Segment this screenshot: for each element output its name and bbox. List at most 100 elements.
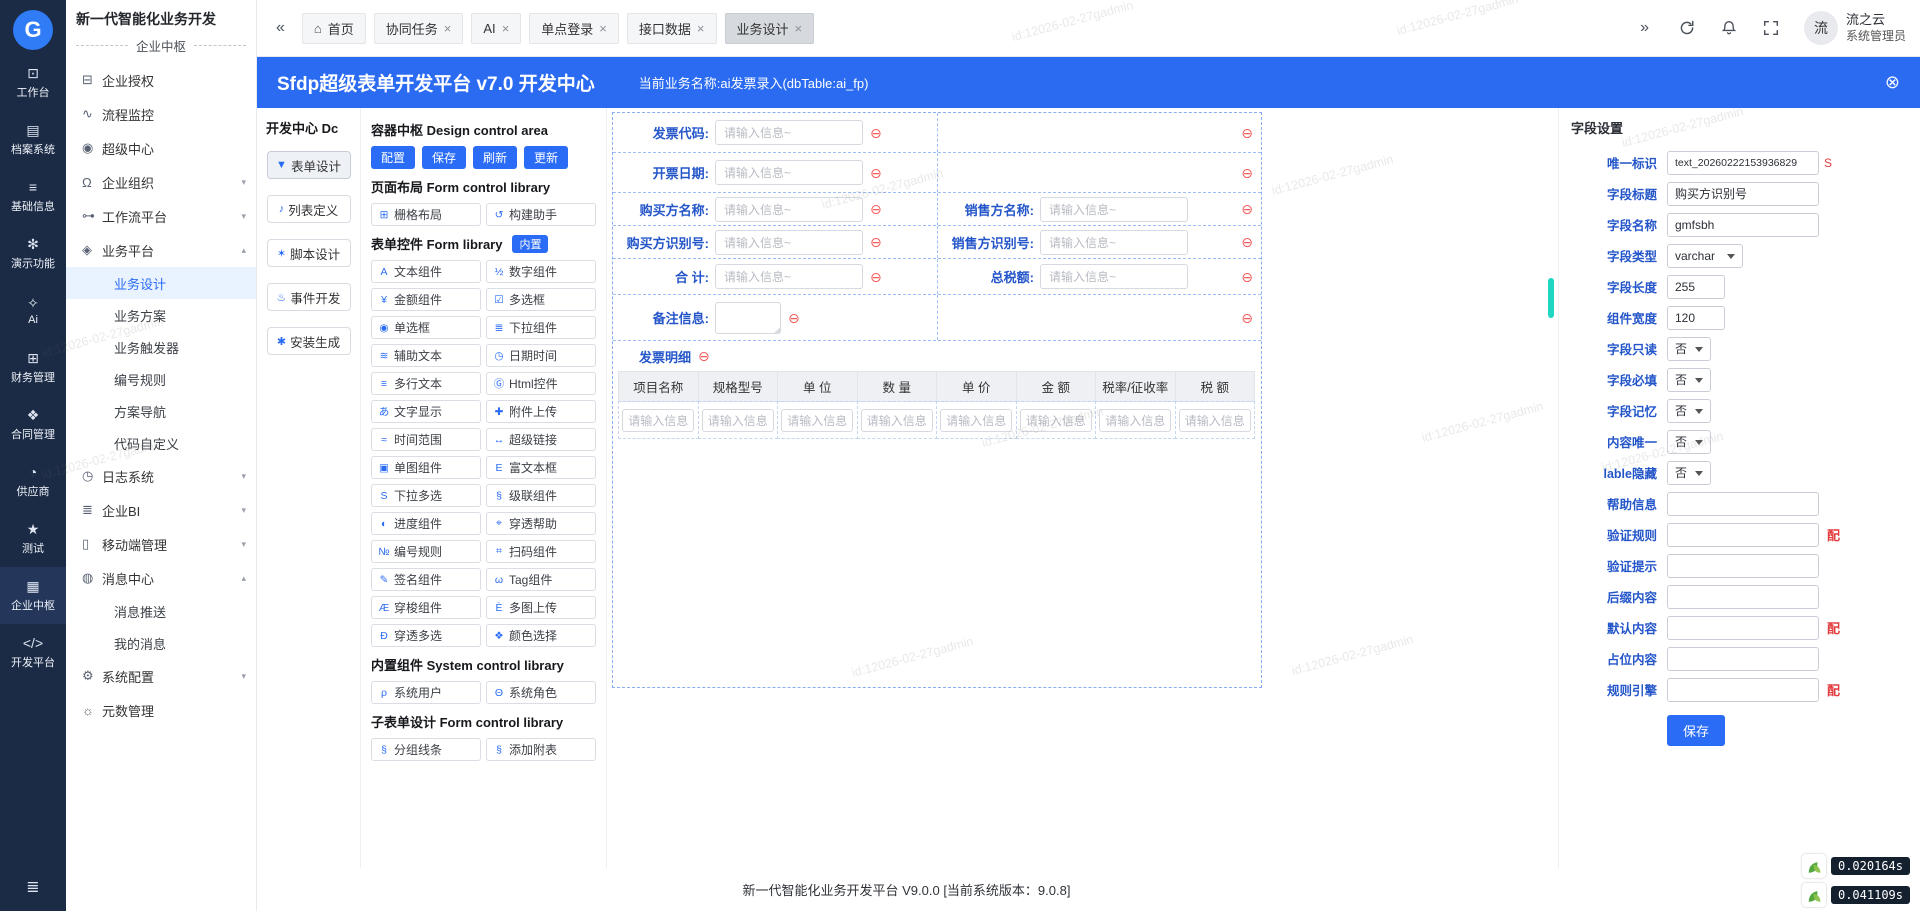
sidebar-menu-item[interactable]: ⊟ 企业授权 [66, 63, 256, 97]
rail-item[interactable]: ✻ 演示功能 [0, 225, 66, 282]
sidebar-menu-item[interactable]: ◷ 日志系统 ▾ [66, 459, 256, 493]
menu-icon[interactable]: ≣ [26, 877, 39, 897]
tab[interactable]: ⌂ 首页 [301, 12, 366, 44]
designer-action-button[interactable]: 配置 [371, 146, 416, 169]
remove-field-icon[interactable]: ⊖ [870, 235, 882, 249]
subform-component[interactable]: § 分组线条 [371, 738, 481, 761]
designer-action-button[interactable]: 更新 [524, 146, 569, 169]
form-component[interactable]: E 富文本框 [486, 456, 596, 479]
form-component[interactable]: ¥ 金额组件 [371, 288, 481, 311]
form-component[interactable]: ⌗ 扫码组件 [486, 540, 596, 563]
sidebar-menu-item[interactable]: ◈ 业务平台 ▴ [66, 233, 256, 267]
tab[interactable]: 单点登录 × [529, 12, 619, 44]
form-field-cell[interactable]: 购买方名称: 请输入信息~ ⊖ [613, 193, 937, 225]
table-cell-input[interactable]: 请输入信息~ [1178, 408, 1251, 432]
form-input[interactable]: 请输入信息~ [715, 196, 863, 222]
setting-input[interactable]: 否 [1667, 398, 1711, 423]
table-cell[interactable]: 请输入信息~ [936, 401, 1017, 439]
setting-input[interactable]: 120 [1667, 305, 1725, 330]
setting-input[interactable]: 255 [1667, 274, 1725, 299]
remove-field-icon[interactable]: ⊖ [870, 126, 882, 140]
setting-input[interactable]: 购买方识别号 [1667, 181, 1819, 206]
form-input[interactable]: 请输入信息~ [715, 229, 863, 255]
remove-field-icon[interactable]: ⊖ [1241, 270, 1253, 284]
form-component[interactable]: È 多图上传 [486, 596, 596, 619]
canvas-scrollbar[interactable] [1548, 278, 1554, 318]
form-field-cell[interactable]: 备注信息: ⊖ [613, 295, 937, 340]
table-cell-input[interactable]: 请输入信息~ [1099, 408, 1172, 432]
remark-textarea[interactable] [715, 301, 781, 334]
rail-item[interactable]: ⊞ 财务管理 [0, 339, 66, 396]
form-component[interactable]: ↔ 超级链接 [486, 428, 596, 451]
remove-cell-icon[interactable]: ⊖ [1241, 311, 1253, 325]
collapse-left-icon[interactable]: « [271, 19, 290, 37]
tab[interactable]: 协同任务 × [373, 12, 464, 44]
form-input[interactable]: 请输入信息~ [1040, 229, 1188, 255]
remove-cell-icon[interactable]: ⊖ [1241, 126, 1253, 140]
setting-input[interactable] [1667, 646, 1819, 671]
close-icon[interactable]: × [502, 21, 510, 36]
dev-center-button[interactable]: ♪ 列表定义 [266, 195, 351, 223]
setting-input[interactable] [1667, 677, 1819, 702]
empty-cell[interactable]: ⊖ [937, 295, 1261, 340]
dev-center-button[interactable]: ♨ 事件开发 [266, 283, 351, 311]
form-component[interactable]: A 文本组件 [371, 260, 481, 283]
form-component[interactable]: Æ 穿梭组件 [371, 596, 481, 619]
table-cell[interactable]: 请输入信息~ [1015, 401, 1096, 439]
setting-input[interactable]: gmfsbh [1667, 212, 1819, 237]
close-icon[interactable]: × [599, 21, 607, 36]
sidebar-menu-item[interactable]: ⊶ 工作流平台 ▾ [66, 199, 256, 233]
setting-input[interactable]: 否 [1667, 367, 1711, 392]
subform-component[interactable]: § 添加附表 [486, 738, 596, 761]
close-icon[interactable]: × [697, 21, 705, 36]
sidebar-menu-item[interactable]: 方案导航 [66, 395, 256, 427]
rail-item[interactable]: ❖ 合同管理 [0, 396, 66, 453]
setting-input[interactable] [1667, 522, 1819, 547]
rail-item[interactable]: ≡ 基础信息 [0, 168, 66, 225]
rail-item[interactable]: ★ 测试 [0, 510, 66, 567]
form-component[interactable]: ⌖ 穿透帮助 [486, 512, 596, 535]
setting-input[interactable]: varchar [1667, 243, 1743, 268]
rail-item[interactable]: </> 开发平台 [0, 624, 66, 681]
rail-item[interactable]: ✧ Ai [0, 282, 66, 339]
form-input[interactable]: 请输入信息~ [715, 120, 863, 145]
table-cell[interactable]: 请输入信息~ [618, 401, 699, 439]
form-component[interactable]: ≡ 多行文本 [371, 372, 481, 395]
remove-field-icon[interactable]: ⊖ [870, 202, 882, 216]
setting-input[interactable]: 否 [1667, 336, 1711, 361]
app-logo[interactable]: G [13, 10, 53, 50]
system-component[interactable]: Θ 系统角色 [486, 681, 596, 704]
form-field-cell[interactable]: 合 计: 请输入信息~ ⊖ [613, 259, 937, 294]
rail-item[interactable]: ▤ 档案系统 [0, 111, 66, 168]
config-link[interactable]: 配 [1827, 680, 1840, 699]
designer-action-button[interactable]: 保存 [422, 146, 467, 169]
setting-input[interactable]: 否 [1667, 460, 1711, 485]
form-component[interactable]: ω Tag组件 [486, 568, 596, 591]
table-cell[interactable]: 请输入信息~ [1174, 401, 1255, 439]
table-cell-input[interactable]: 请输入信息~ [940, 408, 1013, 432]
form-component[interactable]: ½ 数字组件 [486, 260, 596, 283]
form-input[interactable]: 请输入信息~ [715, 160, 863, 185]
form-component[interactable]: あ 文字显示 [371, 400, 481, 423]
designer-action-button[interactable]: 刷新 [473, 146, 518, 169]
refresh-icon[interactable] [1678, 19, 1696, 37]
sidebar-menu-item[interactable]: ◍ 消息中心 ▴ [66, 561, 256, 595]
save-button[interactable]: 保存 [1667, 715, 1726, 746]
tab[interactable]: 接口数据 × [626, 12, 717, 44]
collapse-right-icon[interactable]: » [1635, 19, 1654, 37]
sidebar-menu-item[interactable]: ∿ 流程监控 [66, 97, 256, 131]
sidebar-menu-item[interactable]: ≣ 企业BI ▾ [66, 493, 256, 527]
sidebar-menu-item[interactable]: ☼ 元数管理 [66, 693, 256, 727]
form-component[interactable]: ◐ 进度组件 [371, 512, 481, 535]
setting-input[interactable]: 否 [1667, 429, 1711, 454]
remove-field-icon[interactable]: ⊖ [1241, 235, 1253, 249]
system-component[interactable]: ρ 系统用户 [371, 681, 481, 704]
remove-field-icon[interactable]: ⊖ [1241, 202, 1253, 216]
form-component[interactable]: ✚ 附件上传 [486, 400, 596, 423]
remove-table-icon[interactable]: ⊖ [698, 349, 710, 363]
table-cell-input[interactable]: 请输入信息~ [622, 408, 695, 432]
table-cell[interactable]: 请输入信息~ [856, 401, 937, 439]
sidebar-menu-item[interactable]: 代码自定义 [66, 427, 256, 459]
setting-input[interactable]: text_20260222153936829 [1667, 150, 1819, 175]
layout-component[interactable]: ⊞ 栅格布局 [371, 203, 481, 226]
